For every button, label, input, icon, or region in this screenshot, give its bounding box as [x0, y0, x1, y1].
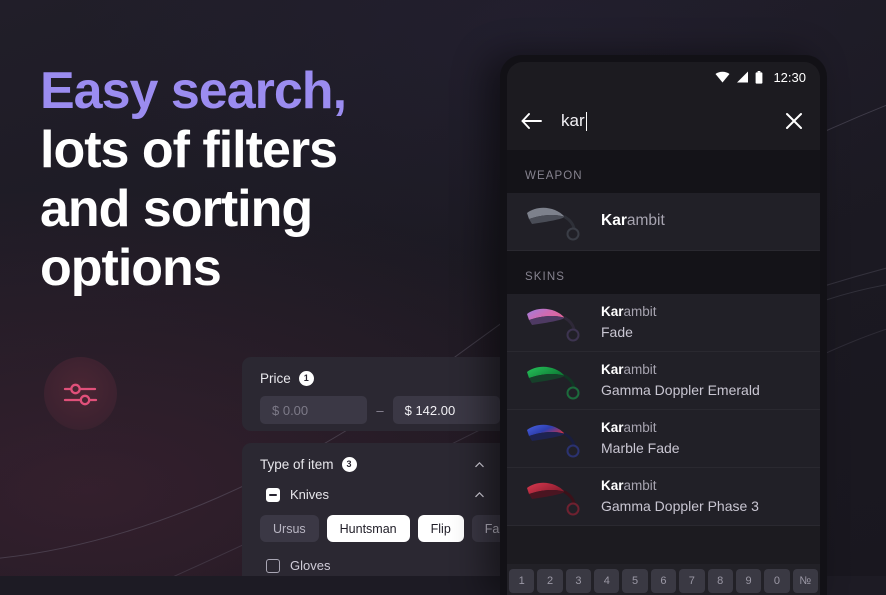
rest-text: ambit	[623, 304, 657, 320]
match-text: Kar	[601, 420, 624, 436]
result-row-karambit-marble-fade[interactable]: Karambit Marble Fade	[507, 410, 820, 468]
key-1[interactable]: 1	[509, 569, 535, 593]
status-bar: 12:30	[507, 62, 820, 92]
headline-line-3: options	[40, 239, 222, 297]
chevron-up-icon[interactable]	[473, 458, 486, 471]
type-of-item-count-badge: 3	[341, 457, 357, 472]
gloves-checkbox[interactable]	[266, 558, 280, 573]
result-row-karambit-fade[interactable]: Karambit Fade	[507, 294, 820, 352]
headline-line-2: and sorting	[40, 180, 313, 238]
battery-icon	[756, 70, 763, 84]
match-text: Kar	[601, 478, 624, 494]
key-3[interactable]: 3	[565, 569, 592, 593]
knife-thumbnail	[523, 474, 585, 520]
filter-sliders-icon	[63, 383, 97, 405]
key-numero[interactable]: №	[792, 569, 818, 593]
phone-mockup: 12:30 kar WEAPON Karambit SKINS Karambit…	[500, 55, 827, 595]
result-subtitle: Marble Fade	[601, 439, 680, 456]
group-row-knives[interactable]: Knives	[242, 472, 500, 502]
headline-line-accent: Easy search,	[40, 62, 347, 120]
key-7[interactable]: 7	[679, 569, 705, 593]
price-range-separator: –	[376, 402, 384, 418]
result-subtitle: Gamma Doppler Emerald	[601, 381, 760, 398]
phone-screen: 12:30 kar WEAPON Karambit SKINS Karambit…	[507, 62, 820, 595]
type-of-item-section-header[interactable]: Type of item 3	[242, 443, 500, 472]
arrow-left-icon[interactable]	[521, 112, 543, 130]
rest-text: ambit	[623, 478, 657, 494]
result-title: Karambit	[601, 361, 760, 379]
karambit-fade-icon	[527, 308, 580, 341]
karambit-phase3-icon	[527, 482, 580, 515]
type-of-item-title: Type of item	[260, 457, 334, 472]
knife-thumbnail	[523, 358, 585, 404]
knife-thumbnail	[523, 300, 585, 346]
section-label-skins: SKINS	[507, 251, 820, 294]
price-count-badge: 1	[298, 371, 314, 386]
close-icon[interactable]	[784, 111, 804, 131]
result-title: Karambit	[601, 419, 680, 437]
rest-text: ambit	[626, 212, 665, 230]
key-8[interactable]: 8	[707, 569, 733, 593]
chevron-up-icon[interactable]	[473, 488, 486, 501]
karambit-emerald-icon	[527, 366, 580, 399]
result-subtitle: Gamma Doppler Phase 3	[601, 497, 759, 514]
match-text: Kar	[601, 362, 624, 378]
result-text: Karambit Gamma Doppler Emerald	[601, 361, 760, 399]
price-max-input[interactable]: $ 142.00	[392, 396, 500, 424]
key-9[interactable]: 9	[735, 569, 762, 593]
knife-thumbnail	[523, 199, 585, 245]
chip-ursus[interactable]: Ursus	[260, 515, 319, 542]
status-time: 12:30	[773, 69, 806, 85]
key-0[interactable]: 0	[764, 569, 790, 593]
knives-label: Knives	[290, 487, 330, 502]
result-text: Karambit	[601, 211, 665, 232]
result-row-karambit-gamma-doppler-phase-3[interactable]: Karambit Gamma Doppler Phase 3	[507, 468, 820, 526]
karambit-marble-fade-icon	[527, 424, 580, 457]
result-text: Karambit Gamma Doppler Phase 3	[601, 477, 759, 515]
price-range-row: $ 0.00 – $ 142.00	[242, 386, 500, 424]
keyboard-number-row: 1 2 3 4 5 6 7 8 9 0 №	[507, 569, 820, 593]
gloves-label: Gloves	[290, 558, 331, 573]
rest-text: ambit	[623, 362, 657, 378]
result-text: Karambit Marble Fade	[601, 419, 680, 457]
search-input[interactable]: kar	[561, 111, 784, 131]
chip-flip[interactable]: Flip	[417, 515, 464, 542]
result-subtitle: Fade	[601, 323, 633, 340]
wifi-icon	[715, 71, 730, 83]
page-headline: Easy search, lots of filters and sorting…	[40, 62, 460, 298]
key-6[interactable]: 6	[650, 569, 677, 593]
match-text: Kar	[601, 304, 624, 320]
filter-panel-price: Price 1 $ 0.00 – $ 142.00	[242, 357, 500, 431]
section-label-weapon: WEAPON	[507, 150, 820, 193]
search-bar: kar	[507, 92, 820, 150]
knives-chip-list: Ursus Huntsman Flip Falchion	[242, 502, 546, 542]
result-title: Karambit	[601, 303, 657, 321]
filter-panel-type-of-item: Type of item 3 Knives Ursus Huntsman Fli…	[242, 443, 546, 576]
chip-huntsman[interactable]: Huntsman	[326, 515, 410, 542]
price-title: Price	[260, 371, 291, 386]
price-min-input[interactable]: $ 0.00	[260, 396, 368, 424]
group-row-gloves[interactable]: Gloves	[242, 542, 500, 573]
key-4[interactable]: 4	[594, 569, 620, 593]
filter-badge	[44, 357, 117, 430]
knife-thumbnail	[523, 416, 585, 462]
headline-line-1: lots of filters	[40, 121, 338, 179]
match-text: Kar	[601, 212, 627, 230]
key-2[interactable]: 2	[537, 569, 563, 593]
on-screen-keyboard: 1 2 3 4 5 6 7 8 9 0 №	[507, 564, 820, 595]
result-title: Karambit	[601, 477, 759, 495]
result-title: Karambit	[601, 211, 665, 232]
key-5[interactable]: 5	[622, 569, 648, 593]
text-caret	[585, 111, 588, 131]
karambit-vanilla-icon	[527, 207, 580, 240]
result-row-weapon-karambit[interactable]: Karambit	[507, 193, 820, 251]
knives-checkbox[interactable]	[266, 487, 280, 502]
signal-icon	[737, 71, 749, 83]
rest-text: ambit	[623, 420, 657, 436]
price-section-header[interactable]: Price 1	[242, 357, 500, 386]
search-query-text: kar	[561, 111, 585, 130]
result-row-karambit-gamma-doppler-emerald[interactable]: Karambit Gamma Doppler Emerald	[507, 352, 820, 410]
result-text: Karambit Fade	[601, 303, 657, 341]
